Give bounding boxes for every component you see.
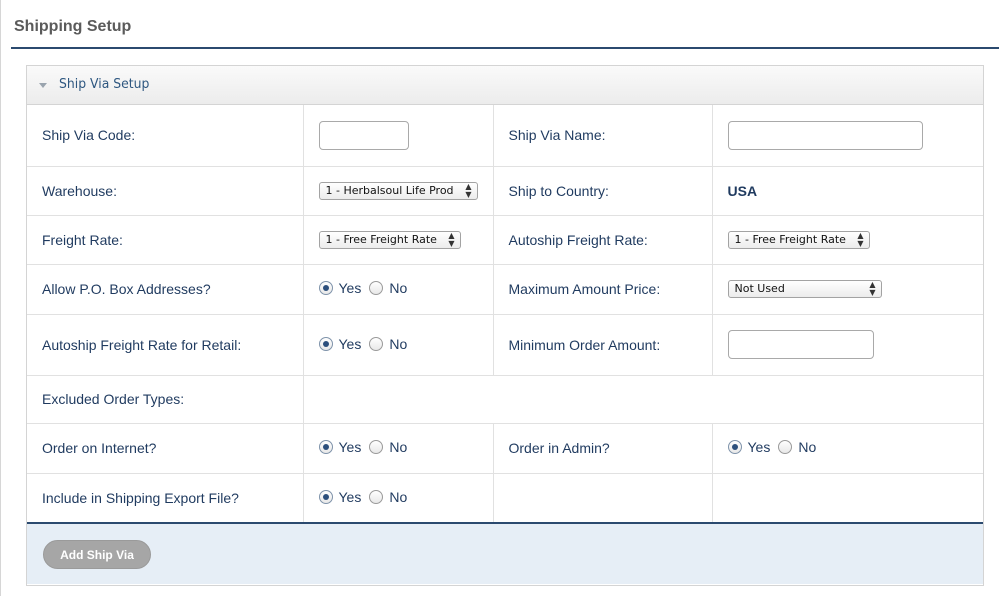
maximum-amount-price-cell: Not Used ▲ ▼: [712, 264, 983, 315]
panel-footer: Add Ship Via: [27, 524, 983, 584]
minimum-order-amount-cell: [712, 314, 983, 376]
include-in-export-yes-label[interactable]: Yes: [339, 489, 362, 505]
title-divider: [11, 47, 999, 49]
order-on-internet-no-label[interactable]: No: [389, 439, 407, 455]
freight-rate-select[interactable]: 1 - Free Freight Rate ▲ ▼: [318, 230, 461, 249]
order-on-internet-yes-label[interactable]: Yes: [339, 439, 362, 455]
ship-via-code-label: Ship Via Code:: [27, 105, 304, 167]
add-ship-via-button[interactable]: Add Ship Via: [43, 540, 151, 569]
autoship-freight-rate-label: Autoship Freight Rate:: [493, 215, 713, 265]
ship-via-name-input[interactable]: [727, 120, 923, 150]
caret-down-icon[interactable]: [39, 83, 47, 88]
minimum-order-amount-input[interactable]: [727, 330, 874, 359]
include-in-export-label: Include in Shipping Export File?: [27, 473, 304, 524]
autoship-freight-retail-label: Autoship Freight Rate for Retail:: [27, 314, 304, 376]
autoship-freight-rate-select[interactable]: 1 - Free Freight Rate ▲ ▼: [727, 230, 870, 249]
form-row: Autoship Freight Rate for Retail: Yes No…: [27, 314, 983, 376]
order-in-admin-no-radio[interactable]: [778, 440, 793, 454]
form-row: Warehouse: 1 - Herbalsoul Life Prod ▲ ▼ S…: [27, 166, 983, 216]
ship-to-country-label: Ship to Country:: [493, 166, 713, 216]
autoship-freight-retail-no-radio[interactable]: [369, 336, 384, 351]
allow-po-box-label: Allow P.O. Box Addresses?: [27, 264, 304, 315]
autoship-freight-retail-no-label[interactable]: No: [389, 336, 407, 352]
excluded-order-types-cell: [303, 375, 983, 424]
ship-to-country-cell: USA: [712, 166, 983, 216]
ship-via-code-cell: [303, 105, 494, 167]
freight-rate-cell: 1 - Free Freight Rate ▲ ▼: [303, 215, 494, 265]
maximum-amount-price-label: Maximum Amount Price:: [493, 264, 713, 315]
empty-cell: [493, 473, 713, 524]
freight-rate-label: Freight Rate:: [27, 215, 304, 265]
include-in-export-no-radio[interactable]: [369, 489, 384, 504]
updown-arrows-icon: ▲ ▼: [857, 230, 864, 248]
order-in-admin-radio-group: Yes No: [727, 439, 816, 455]
minimum-order-amount-label: Minimum Order Amount:: [493, 314, 713, 376]
updown-arrows-icon: ▲ ▼: [448, 230, 455, 248]
autoship-freight-retail-radio-group: Yes No: [318, 336, 407, 352]
order-on-internet-label: Order on Internet?: [27, 423, 304, 474]
order-in-admin-cell: Yes No: [712, 423, 983, 474]
include-in-export-no-label[interactable]: No: [389, 489, 407, 505]
allow-po-box-no-radio[interactable]: [369, 281, 384, 295]
order-on-internet-yes-radio[interactable]: [318, 440, 333, 454]
autoship-freight-retail-yes-radio[interactable]: [318, 336, 333, 351]
form-row: Allow P.O. Box Addresses? Yes No Maximum…: [27, 264, 983, 315]
ship-to-country-value: USA: [727, 182, 758, 199]
excluded-order-types-label: Excluded Order Types:: [27, 375, 304, 424]
order-on-internet-radio-group: Yes No: [318, 439, 407, 455]
ship-via-name-label: Ship Via Name:: [493, 105, 713, 167]
page-left-border: [0, 0, 1, 596]
allow-po-box-no-label[interactable]: No: [389, 280, 407, 296]
warehouse-select-value: 1 - Herbalsoul Life Prod: [325, 183, 454, 197]
updown-arrows-icon: ▲ ▼: [869, 280, 876, 298]
allow-po-box-radio-group: Yes No: [318, 280, 407, 296]
form-row: Order on Internet? Yes No Order in Admin…: [27, 423, 983, 474]
form-row: Excluded Order Types:: [27, 375, 983, 424]
include-in-export-yes-radio[interactable]: [318, 489, 333, 504]
order-on-internet-cell: Yes No: [303, 423, 494, 474]
page-title: Shipping Setup: [14, 18, 132, 35]
autoship-freight-rate-cell: 1 - Free Freight Rate ▲ ▼: [712, 215, 983, 265]
order-in-admin-no-label[interactable]: No: [798, 439, 816, 455]
ship-via-code-input[interactable]: [318, 120, 409, 150]
autoship-freight-retail-cell: Yes No: [303, 314, 494, 376]
order-on-internet-no-radio[interactable]: [369, 440, 384, 454]
empty-cell: [712, 473, 983, 524]
order-in-admin-yes-label[interactable]: Yes: [748, 439, 771, 455]
ship-via-form-table: Ship Via Code: Ship Via Name: Warehouse:…: [27, 105, 983, 524]
panel-title[interactable]: Ship Via Setup: [59, 76, 149, 92]
maximum-amount-price-select-value: Not Used: [734, 282, 785, 296]
panel-header[interactable]: Ship Via Setup: [27, 66, 983, 105]
autoship-freight-retail-yes-label[interactable]: Yes: [339, 336, 362, 352]
updown-arrows-icon: ▲ ▼: [465, 181, 472, 199]
freight-rate-select-value: 1 - Free Freight Rate: [325, 232, 437, 246]
allow-po-box-yes-radio[interactable]: [318, 281, 333, 295]
warehouse-cell: 1 - Herbalsoul Life Prod ▲ ▼: [303, 166, 494, 216]
allow-po-box-yes-label[interactable]: Yes: [339, 280, 362, 296]
warehouse-select[interactable]: 1 - Herbalsoul Life Prod ▲ ▼: [318, 181, 478, 200]
form-row: Include in Shipping Export File? Yes No: [27, 473, 983, 524]
include-in-export-cell: Yes No: [303, 473, 494, 524]
allow-po-box-cell: Yes No: [303, 264, 494, 315]
order-in-admin-yes-radio[interactable]: [727, 440, 742, 454]
form-row: Freight Rate: 1 - Free Freight Rate ▲ ▼ A…: [27, 215, 983, 265]
include-in-export-radio-group: Yes No: [318, 489, 407, 505]
form-row: Ship Via Code: Ship Via Name:: [27, 105, 983, 167]
autoship-freight-rate-select-value: 1 - Free Freight Rate: [734, 232, 846, 246]
ship-via-name-cell: [712, 105, 983, 167]
maximum-amount-price-select[interactable]: Not Used ▲ ▼: [727, 280, 882, 299]
ship-via-setup-panel: Ship Via Setup Ship Via Code: Ship Via N…: [26, 65, 984, 586]
order-in-admin-label: Order in Admin?: [493, 423, 713, 474]
warehouse-label: Warehouse:: [27, 166, 304, 216]
